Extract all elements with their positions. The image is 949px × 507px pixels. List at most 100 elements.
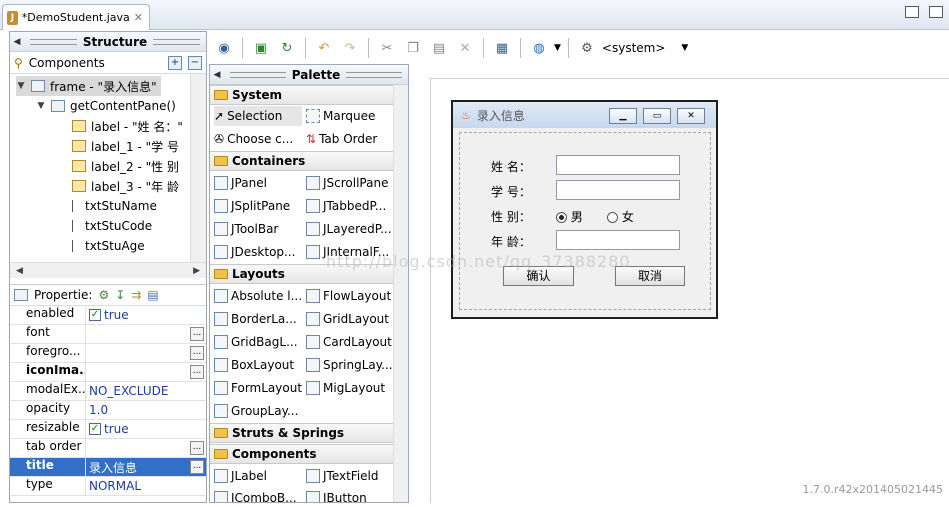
tree-node-frame[interactable]: ▼ frame - "录入信息" (16, 76, 161, 96)
palette-item[interactable]: JLabel (214, 466, 267, 486)
maximize-button[interactable]: ▭ (643, 108, 671, 124)
minimize-button[interactable]: ▁ (609, 108, 637, 124)
expand-icon[interactable]: ▼ (16, 81, 26, 91)
scroll-right-icon[interactable]: ▶ (193, 266, 200, 276)
delete-icon[interactable]: ✕ (454, 37, 476, 59)
property-row[interactable]: type NORMAL (10, 477, 206, 496)
code-input[interactable] (556, 180, 680, 200)
ellipsis-button[interactable]: ... (190, 441, 204, 455)
palette-item[interactable]: JTabbedP... (306, 196, 386, 216)
tree-node[interactable]: txtStuAge (72, 236, 145, 256)
tree-node[interactable]: label_1 - "学 号 (72, 136, 179, 156)
jframe-preview[interactable]: ♨ 录入信息 ▁ ▭ ✕ 姓 名： 学 号： 性 别： 男 女 年 龄： 确认 … (451, 100, 718, 319)
collapse-arrow-icon[interactable]: ◀ (10, 37, 24, 47)
menu-icon[interactable]: ▤ (147, 288, 158, 302)
property-row[interactable]: foregro...... (10, 344, 206, 363)
close-button[interactable]: ✕ (677, 108, 705, 124)
maximize-icon[interactable] (929, 6, 943, 18)
property-row[interactable]: resizable ✓ true (10, 420, 206, 439)
palette-item-marquee[interactable]: Marquee (306, 106, 375, 126)
tree-vertical-scrollbar[interactable] (190, 74, 206, 262)
palette-item-tab-order[interactable]: ⇅ Tab Order (306, 129, 377, 149)
property-row[interactable]: tab order... (10, 439, 206, 458)
goto-definition-icon[interactable]: ↧ (115, 288, 125, 302)
redo-icon[interactable]: ↷ (339, 37, 361, 59)
property-value[interactable]: ... (86, 439, 206, 457)
palette-item[interactable]: JButton (306, 488, 367, 502)
tree-node[interactable]: txtStuCode (72, 216, 152, 236)
tree-node-pane[interactable]: ▼ getContentPane() (36, 96, 176, 116)
editor-tab[interactable]: J *DemoStudent.java ✕ (2, 4, 150, 30)
property-row[interactable]: modalEx... NO_EXCLUDE (10, 382, 206, 401)
category-system[interactable]: System (210, 85, 394, 105)
category-containers[interactable]: Containers (210, 151, 394, 171)
age-input[interactable] (556, 230, 680, 250)
property-value[interactable]: ... (86, 363, 206, 381)
palette-scrollbar[interactable] (393, 85, 408, 502)
globe-icon[interactable]: ◍ (528, 37, 550, 59)
palette-item[interactable]: JLayeredP... (306, 219, 392, 239)
palette-item[interactable]: JComboB... (214, 488, 297, 502)
tree-node[interactable]: label_3 - "年 龄 (72, 176, 179, 196)
palette-item[interactable]: CardLayout (306, 332, 392, 352)
male-radio[interactable]: 男 (556, 208, 583, 225)
undo-icon[interactable]: ↶ (313, 37, 335, 59)
property-value[interactable]: 录入信息... (86, 458, 206, 476)
palette-item[interactable]: FlowLayout (306, 286, 391, 306)
property-value[interactable]: ... (86, 325, 206, 343)
tree-node[interactable]: label - "姓 名：" (72, 116, 183, 136)
tree-horizontal-scrollbar[interactable]: ◀ ▶ (10, 262, 206, 278)
palette-item[interactable]: BoxLayout (214, 355, 294, 375)
property-row[interactable]: iconIma...... (10, 363, 206, 382)
checkbox[interactable]: ✓ (89, 423, 101, 435)
minimize-icon[interactable] (905, 6, 919, 18)
property-row[interactable]: enabled ✓ true (10, 306, 206, 325)
name-input[interactable] (556, 155, 680, 175)
palette-item[interactable]: JScrollPane (306, 173, 388, 193)
scroll-left-icon[interactable]: ◀ (16, 266, 23, 276)
tree-node[interactable]: txtStuName (72, 196, 157, 216)
paste-icon[interactable]: ▤ (428, 37, 450, 59)
property-value[interactable]: ✓ true (86, 420, 206, 438)
palette-item[interactable]: JDesktop... (214, 242, 295, 262)
layout-icon[interactable]: ▦ (491, 37, 513, 59)
expand-icon[interactable]: ▼ (36, 101, 46, 111)
property-row[interactable]: font... (10, 325, 206, 344)
palette-item[interactable]: JSplitPane (214, 196, 290, 216)
ellipsis-button[interactable]: ... (190, 365, 204, 379)
property-value[interactable]: NORMAL (86, 477, 206, 495)
palette-item-selection[interactable]: ➚ Selection (214, 106, 302, 126)
ellipsis-button[interactable]: ... (190, 346, 204, 360)
palette-item[interactable]: JPanel (214, 173, 267, 193)
look-and-feel-icon[interactable]: ⚙ (576, 37, 598, 59)
refresh-icon[interactable]: ↻ (276, 37, 298, 59)
tree-node[interactable]: label_2 - "性 别 (72, 156, 179, 176)
property-row[interactable]: opacity 1.0 (10, 401, 206, 420)
female-radio[interactable]: 女 (607, 208, 634, 225)
test-gui-icon[interactable]: ◉ (213, 37, 235, 59)
palette-item[interactable]: Absolute l... (214, 286, 302, 306)
chevron-down-icon[interactable]: ▼ (681, 43, 688, 53)
palette-item[interactable]: BorderLa... (214, 309, 297, 329)
collapse-all-icon[interactable]: − (188, 55, 202, 70)
palette-item[interactable]: GroupLay... (214, 401, 298, 421)
palette-item[interactable]: JToolBar (214, 219, 278, 239)
palette-item[interactable]: JTextField (306, 466, 379, 486)
close-icon[interactable]: ✕ (134, 11, 143, 24)
palette-item[interactable]: FormLayout (214, 378, 302, 398)
copy-icon[interactable]: ❐ (402, 37, 424, 59)
palette-item[interactable]: GridLayout (306, 309, 389, 329)
checkbox[interactable]: ✓ (89, 309, 101, 321)
category-struts-springs[interactable]: Struts & Springs (210, 423, 394, 443)
property-value[interactable]: NO_EXCLUDE (86, 382, 206, 400)
property-value[interactable]: 1.0 (86, 401, 206, 419)
property-value[interactable]: ... (86, 344, 206, 362)
palette-item-choose[interactable]: ✇ Choose c... (214, 129, 293, 149)
cut-icon[interactable]: ✂ (376, 37, 398, 59)
palette-item[interactable]: SpringLay... (306, 355, 393, 375)
collapse-arrow-icon[interactable]: ◀ (210, 70, 224, 80)
radio-selected-icon[interactable] (556, 212, 567, 223)
property-value[interactable]: ✓ true (86, 306, 206, 324)
property-row-selected[interactable]: title 录入信息... (10, 458, 206, 477)
palette-item[interactable]: MigLayout (306, 378, 385, 398)
